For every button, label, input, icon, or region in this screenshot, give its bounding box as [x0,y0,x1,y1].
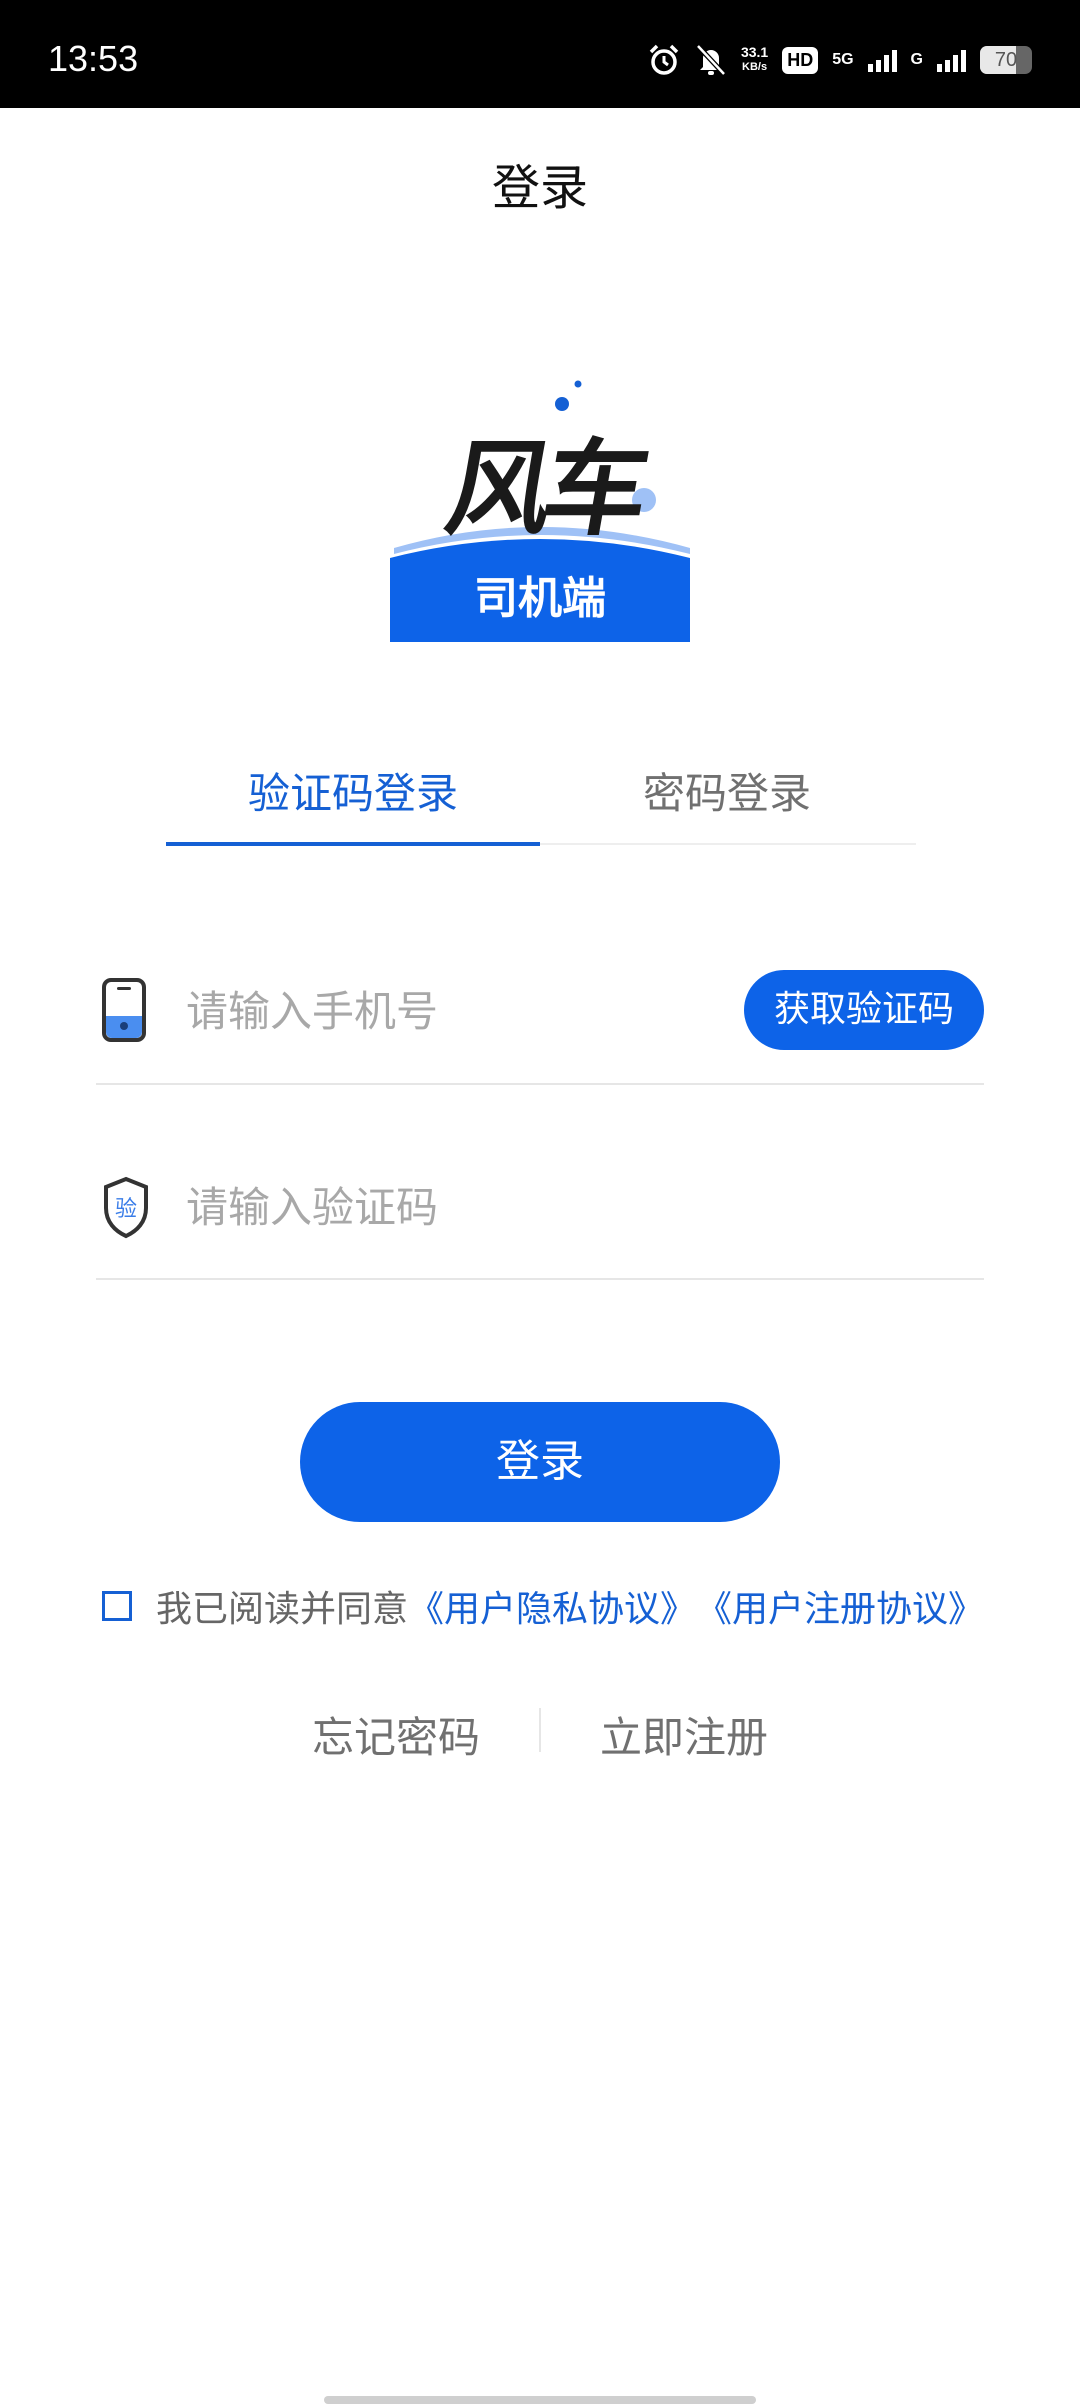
net-speed: 33.1 KB/s [741,45,768,75]
privacy-policy-link[interactable]: 《用户隐私协议》 [408,1580,696,1632]
logo-brand-text: 风车 [437,427,652,550]
agreement-text: 我已阅读并同意 [156,1589,409,1630]
login-button[interactable]: 登录 [300,1402,780,1522]
page-title: 登录 [491,160,588,216]
shield-icon-text: 验 [115,1197,137,1222]
sim1-network-label: 5G [832,51,854,68]
home-indicator[interactable] [324,2396,756,2404]
hd-icon: HD [782,46,819,74]
signal-icon [937,48,966,72]
forgot-password-link[interactable]: 忘记密码 [312,1704,480,1765]
agreement-checkbox[interactable] [102,1591,132,1621]
signal-icon [867,48,897,72]
code-divider [96,1278,984,1280]
phone-input[interactable] [186,976,726,1046]
phone-divider [96,1083,984,1085]
get-code-button[interactable]: 获取验证码 [744,970,984,1050]
verification-code-input[interactable] [186,1172,886,1242]
battery-level: 70 [994,49,1018,71]
status-time: 13:53 [48,38,139,79]
status-icons: 33.1 KB/s HD 5G G 70 [647,40,1032,80]
net-speed-value: 33.1 [740,44,769,60]
tab-sms-login[interactable]: 验证码登录 [166,760,540,821]
sim2-network-label: G [910,51,923,68]
alarm-icon [649,44,679,75]
agreement-row: 我已阅读并同意 《用户隐私协议》 《用户注册协议》 [102,1584,984,1630]
logo-subtitle: 司机端 [474,573,606,624]
app-logo: 风车 司机端 [390,376,690,642]
tab-active-indicator [166,842,540,846]
battery-icon: 70 [980,46,1032,74]
tab-password-login[interactable]: 密码登录 [540,760,914,821]
phone-icon [102,978,146,1042]
bell-off-icon [696,44,726,76]
net-speed-unit: KB/s [742,61,768,73]
shield-icon: 验 [104,1176,148,1239]
user-agreement-link[interactable]: 《用户注册协议》 [696,1580,984,1632]
register-link[interactable]: 立即注册 [600,1704,768,1765]
status-bar: 13:53 33.1 KB/s HD 5G G 70 [0,0,1080,108]
footer-link-separator [539,1708,541,1752]
